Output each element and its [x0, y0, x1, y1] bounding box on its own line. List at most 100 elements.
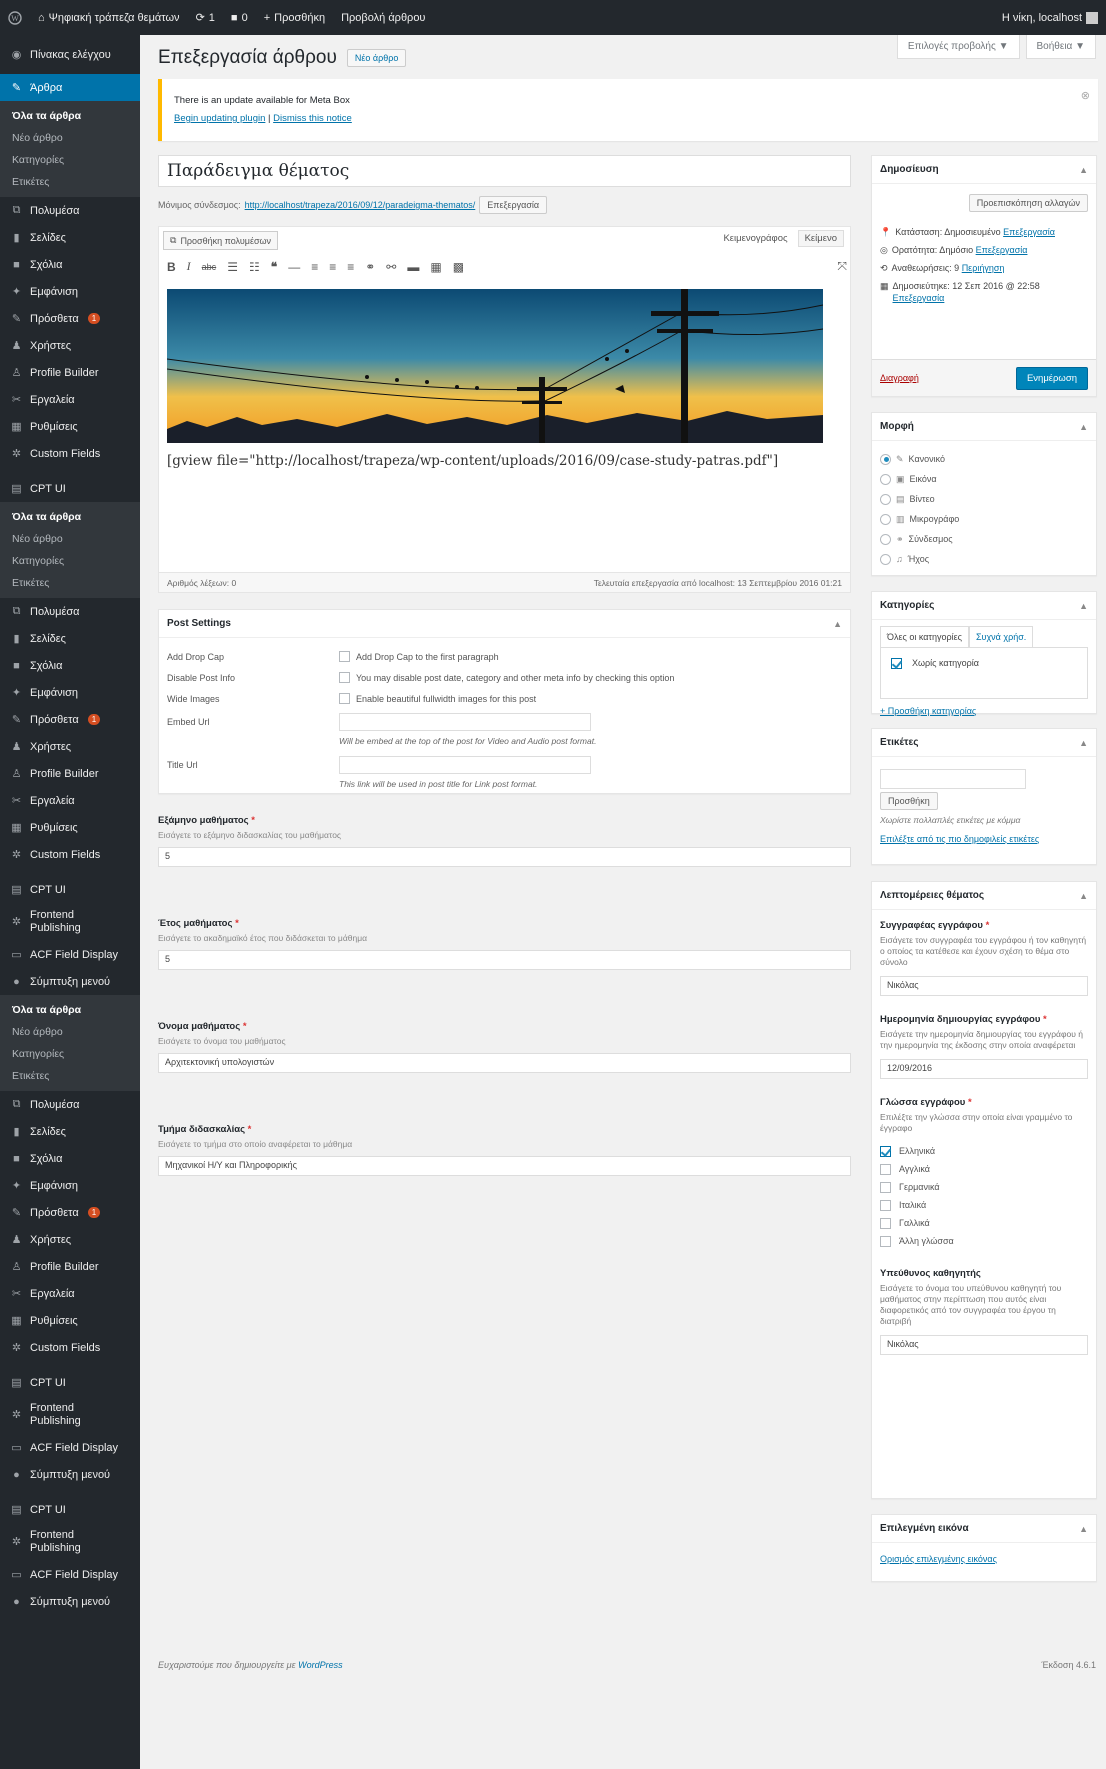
sidebar-item-users[interactable]: ♟ Χρήστες	[0, 332, 140, 359]
dismiss-notice-link[interactable]: Dismiss this notice	[273, 113, 352, 124]
year-input[interactable]: 5	[158, 950, 851, 970]
updates-link[interactable]: ⟳ 1	[188, 11, 223, 25]
numbered-list-icon[interactable]: ☷	[249, 260, 260, 274]
link-icon[interactable]: ⚭	[365, 260, 375, 274]
sidebar-item-plugins[interactable]: ✎ Πρόσθετα 1	[0, 706, 140, 733]
sidebar-item-plugins[interactable]: ✎ Πρόσθετα 1	[0, 305, 140, 332]
submenu-item[interactable]: Νέο άρθρο	[0, 528, 140, 550]
sidebar-item-tail[interactable]: ● Σύμπτυξη μενού	[0, 1461, 140, 1488]
new-content-link[interactable]: + Προσθήκη	[256, 12, 333, 24]
format-radio[interactable]	[880, 493, 891, 505]
edit-date-link[interactable]: Επεξεργασία	[893, 293, 945, 303]
sidebar-item-tail[interactable]: ▤ CPT UI	[0, 1369, 140, 1396]
post-settings-header[interactable]: Post Settings ▲	[159, 610, 850, 638]
horizontal-rule-icon[interactable]: —	[288, 260, 300, 274]
sidebar-item-plugins[interactable]: ✎ Πρόσθετα 1	[0, 1199, 140, 1226]
sidebar-item-pages[interactable]: ▮ Σελίδες	[0, 1118, 140, 1145]
sidebar-item-pages[interactable]: ▮ Σελίδες	[0, 625, 140, 652]
collapse-icon[interactable]: ▲	[1079, 165, 1088, 175]
submenu-item[interactable]: Όλα τα άρθρα	[0, 105, 140, 127]
language-checkbox[interactable]	[880, 1163, 891, 1175]
sidebar-item-users[interactable]: ♟ Χρήστες	[0, 733, 140, 760]
my-account-link[interactable]: Η νίκη, localhost	[994, 11, 1106, 24]
language-option[interactable]: Γερμανικά	[872, 1178, 1096, 1196]
post-content-text[interactable]: [gview file="http://localhost/trapeza/wp…	[167, 453, 778, 469]
language-option[interactable]: Αγγλικά	[872, 1160, 1096, 1178]
language-checkbox[interactable]	[880, 1199, 891, 1211]
sidebar-item-appearance[interactable]: ✦ Εμφάνιση	[0, 1172, 140, 1199]
sidebar-item-comments[interactable]: ■ Σχόλια	[0, 1145, 140, 1172]
update-button[interactable]: Ενημέρωση	[1015, 366, 1088, 390]
align-center-icon[interactable]: ≡	[329, 260, 336, 274]
sidebar-item-tail[interactable]: ▤ CPT UI	[0, 1496, 140, 1523]
sidebar-item-frontend[interactable]: ✲ Frontend Publishing	[0, 903, 140, 941]
sidebar-item-settings[interactable]: ▦ Ρυθμίσεις	[0, 814, 140, 841]
collapse-icon[interactable]: ▲	[833, 619, 842, 629]
collapse-icon[interactable]: ▲	[1079, 422, 1088, 432]
format-radio[interactable]	[880, 473, 891, 485]
help-button[interactable]: Βοήθεια ▼	[1025, 35, 1096, 59]
browse-revisions-link[interactable]: Περιήγηση	[962, 263, 1005, 273]
submenu-item[interactable]: Ετικέτες	[0, 1065, 140, 1087]
align-left-icon[interactable]: ≡	[311, 260, 318, 274]
add-category-link[interactable]: + Προσθήκη κατηγορίας	[880, 706, 976, 716]
collapse-icon[interactable]: ▲	[1079, 738, 1088, 748]
submenu-item[interactable]: Νέο άρθρο	[0, 127, 140, 149]
format-option[interactable]: ♫ Ήχος	[872, 549, 1096, 569]
sidebar-item-tools[interactable]: ✂ Εργαλεία	[0, 1280, 140, 1307]
sidebar-item-settings[interactable]: ▦ Ρυθμίσεις	[0, 413, 140, 440]
sidebar-item-tools[interactable]: ✂ Εργαλεία	[0, 386, 140, 413]
sidebar-item-appearance[interactable]: ✦ Εμφάνιση	[0, 679, 140, 706]
format-radio[interactable]	[880, 453, 891, 465]
embed-url-input[interactable]	[339, 712, 591, 731]
edit-visibility-link[interactable]: Επεξεργασία	[976, 245, 1028, 255]
language-option[interactable]: Ελληνικά	[872, 1142, 1096, 1160]
blockquote-icon[interactable]: ❝	[271, 260, 277, 274]
add-media-button[interactable]: ⧉ Προσθήκη πολυμέσων	[163, 231, 279, 250]
language-checkbox[interactable]	[880, 1217, 891, 1229]
format-option[interactable]: ⚭ Σύνδεσμος	[872, 529, 1096, 549]
align-right-icon[interactable]: ≡	[347, 260, 354, 274]
edit-permalink-button[interactable]: Επεξεργασία	[479, 196, 548, 214]
wordpress-logo-icon[interactable]: W	[0, 10, 30, 25]
semester-input[interactable]: 5	[158, 847, 851, 867]
sidebar-item-dashboard[interactable]: ◉ Πίνακας ελέγχου	[0, 41, 140, 68]
format-option[interactable]: ▤ Βίντεο	[872, 489, 1096, 509]
tab-text[interactable]: Κείμενο	[797, 230, 844, 247]
sidebar-item-profile[interactable]: ♙ Profile Builder	[0, 359, 140, 386]
date-input[interactable]: 12/09/2016	[880, 1059, 1088, 1079]
language-option[interactable]: Γαλλικά	[872, 1214, 1096, 1232]
sidebar-item-gear[interactable]: ✲ Custom Fields	[0, 1334, 140, 1361]
sidebar-item-cpt-ui-2[interactable]: ▤ CPT UI	[0, 876, 140, 903]
sidebar-item-users[interactable]: ♟ Χρήστες	[0, 1226, 140, 1253]
site-name-link[interactable]: ⌂ Ψηφιακή τράπεζα θεμάτων	[30, 12, 188, 24]
submenu-item[interactable]: Ετικέτες	[0, 572, 140, 594]
submenu-item[interactable]: Όλα τα άρθρα	[0, 999, 140, 1021]
bold-icon[interactable]: B	[167, 260, 176, 274]
responsible-input[interactable]: Νικόλας	[880, 1335, 1088, 1355]
set-featured-image-link[interactable]: Ορισμός επιλεγμένης εικόνας	[880, 1554, 997, 1564]
sidebar-item-pages[interactable]: ▮ Σελίδες	[0, 224, 140, 251]
sidebar-item-profile[interactable]: ♙ Profile Builder	[0, 760, 140, 787]
language-option[interactable]: Άλλη γλώσσα	[872, 1232, 1096, 1250]
language-option[interactable]: Ιταλικά	[872, 1196, 1096, 1214]
department-input[interactable]: Μηχανικοί Η/Υ και Πληροφορικής	[158, 1156, 851, 1176]
sidebar-item-tail[interactable]: ▭ ACF Field Display	[0, 1561, 140, 1588]
language-checkbox[interactable]	[880, 1145, 891, 1157]
categories-header[interactable]: Κατηγορίες ▲	[872, 592, 1096, 620]
details-header[interactable]: Λεπτομέρειες θέματος ▲	[872, 882, 1096, 910]
move-to-trash-link[interactable]: Διαγραφή	[880, 373, 919, 383]
dismiss-icon[interactable]: ⊗	[1081, 87, 1090, 105]
tab-visual[interactable]: Κειμενογράφος	[723, 233, 787, 247]
kitchen-sink-icon[interactable]: ▩	[453, 260, 464, 274]
sidebar-item-tail[interactable]: ▭ ACF Field Display	[0, 1434, 140, 1461]
format-option[interactable]: ▥ Μικρογράφο	[872, 509, 1096, 529]
sidebar-item-gear[interactable]: ✲ Custom Fields	[0, 841, 140, 868]
submenu-item[interactable]: Κατηγορίες	[0, 1043, 140, 1065]
begin-update-link[interactable]: Begin updating plugin	[174, 113, 265, 124]
unlink-icon[interactable]: ⚯	[386, 260, 396, 274]
sidebar-item-cpt-ui[interactable]: ▤ CPT UI	[0, 475, 140, 502]
format-radio[interactable]	[880, 533, 891, 545]
bullet-list-icon[interactable]: ☰	[227, 260, 238, 274]
new-post-button[interactable]: Νέο άρθρο	[346, 49, 407, 67]
